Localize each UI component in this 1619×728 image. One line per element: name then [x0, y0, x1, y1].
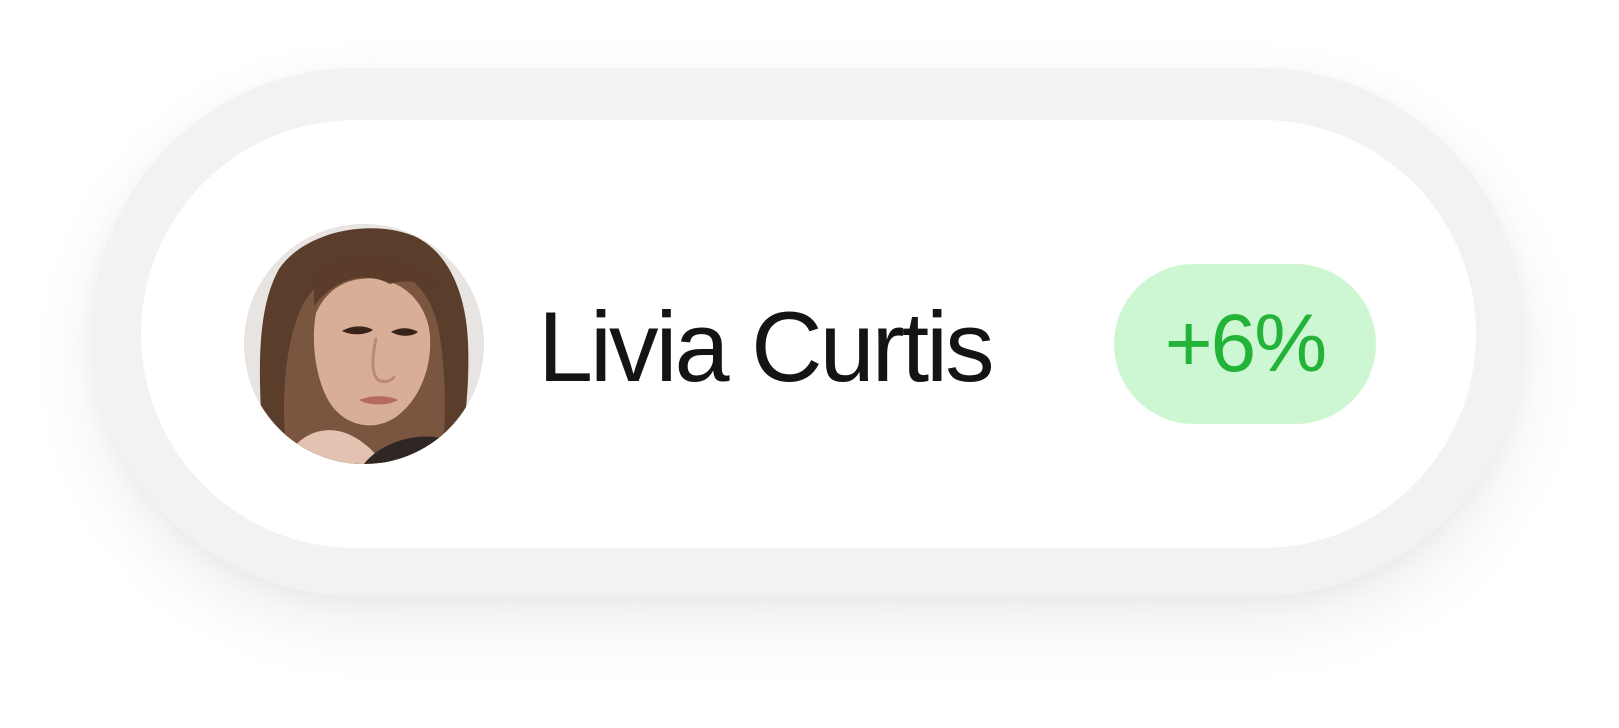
- avatar-icon: [244, 224, 484, 464]
- avatar: [244, 224, 484, 464]
- change-badge: +6%: [1114, 264, 1376, 424]
- person-name: Livia Curtis: [538, 291, 995, 402]
- change-value: +6%: [1164, 298, 1327, 389]
